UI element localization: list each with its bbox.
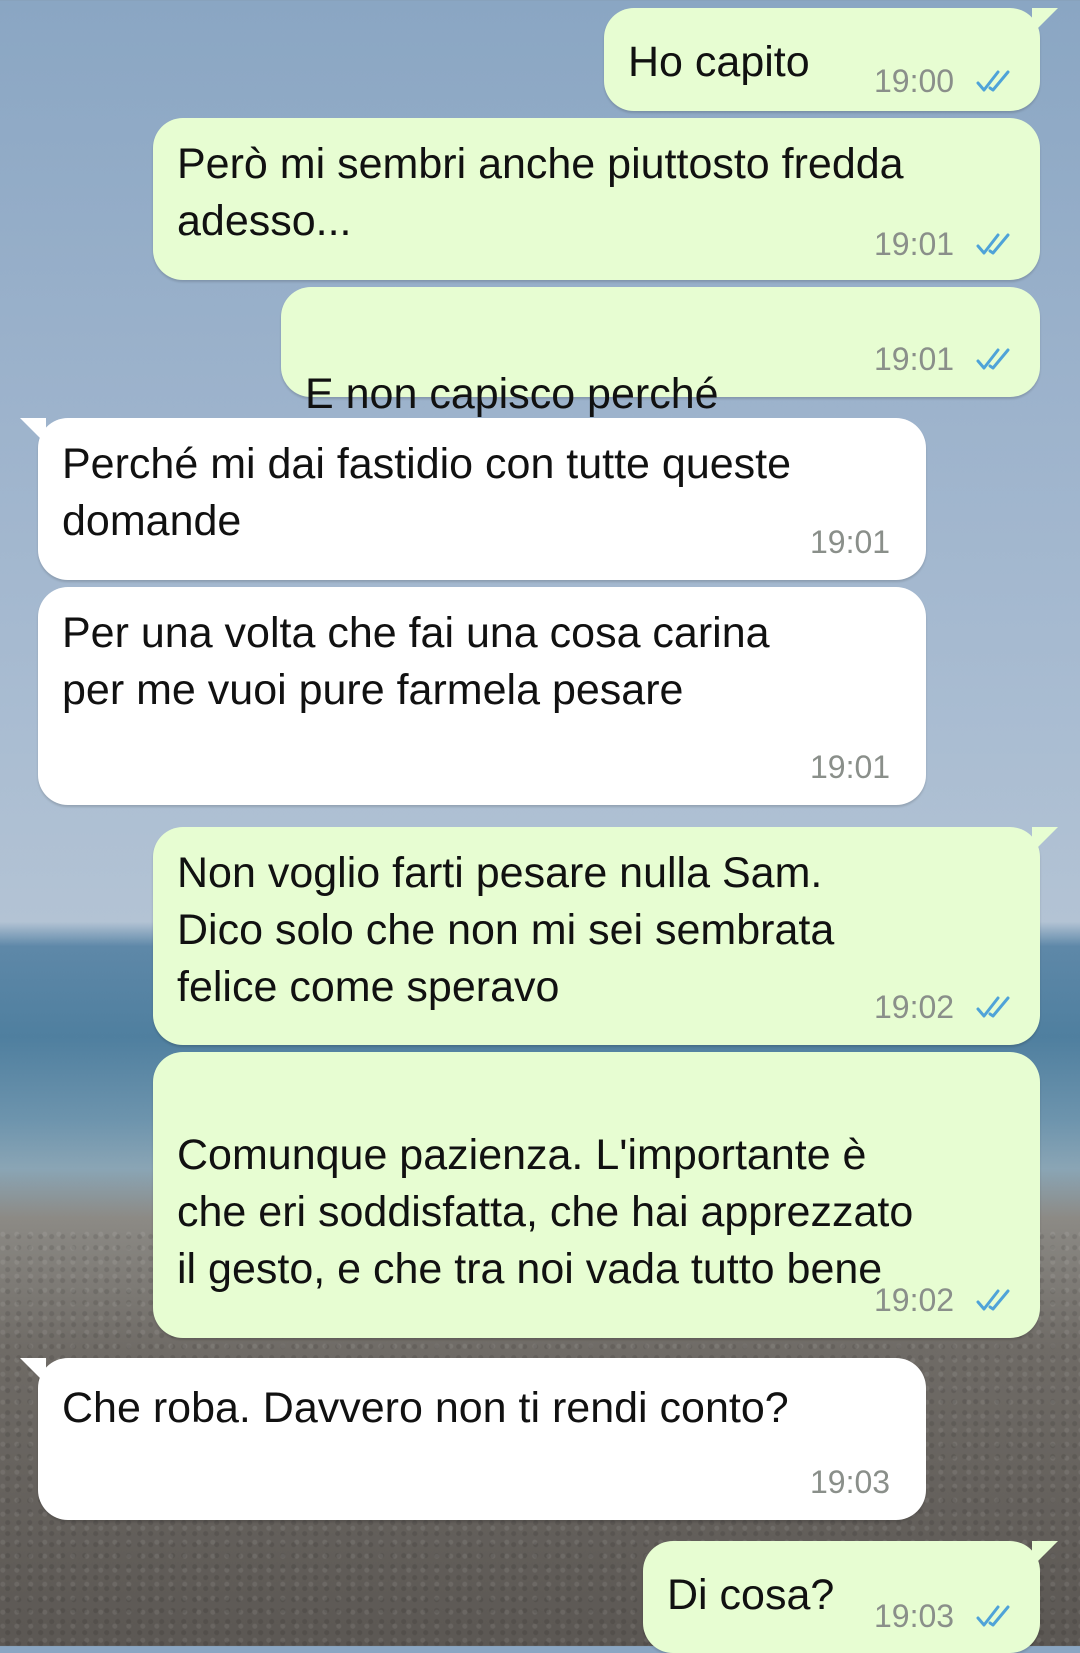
read-double-check-icon: [976, 996, 1010, 1018]
message-bubble-outgoing[interactable]: E non capisco perché 19:01: [281, 287, 1040, 479]
read-double-check-icon: [976, 1289, 1010, 1311]
message-time: 19:03: [810, 1464, 891, 1500]
read-double-check-icon: [976, 233, 1010, 255]
message-time: 19:02: [874, 1282, 955, 1318]
read-double-check-icon: [976, 70, 1010, 92]
read-double-check-icon: [976, 1605, 1010, 1627]
message-time: 19:01: [810, 524, 891, 560]
message-bubble-incoming[interactable]: Perché mi dai fastidio con tutte queste …: [20, 418, 926, 580]
message-time: 19:00: [874, 63, 955, 99]
read-double-check-icon: [976, 348, 1010, 370]
message-bubble-outgoing[interactable]: Non voglio farti pesare nulla Sam. Dico …: [153, 827, 1058, 1045]
message-text: Per una volta che fai una cosa carina pe…: [62, 609, 770, 714]
message-bubble-incoming[interactable]: Per una volta che fai una cosa carina pe…: [38, 587, 926, 805]
message-time: 19:01: [874, 226, 955, 262]
message-text: Perché mi dai fastidio con tutte queste …: [62, 440, 792, 545]
message-time: 19:01: [874, 341, 955, 377]
message-bubble-incoming[interactable]: Che roba. Davvero non ti rendi conto? 19…: [20, 1358, 926, 1520]
message-text: Di cosa?: [667, 1571, 835, 1619]
message-bubble-outgoing[interactable]: Però mi sembri anche piuttosto fredda ad…: [153, 118, 1040, 280]
message-text-content: Comunque pazienza. L'importante è che er…: [177, 1131, 914, 1293]
message-text: Che roba. Davvero non ti rendi conto?: [62, 1384, 789, 1432]
message-bubble-outgoing[interactable]: Di cosa? 19:03: [643, 1541, 1058, 1653]
message-time: 19:01: [810, 749, 891, 785]
message-text: Non voglio farti pesare nulla Sam. Dico …: [177, 849, 835, 1011]
message-time: 19:02: [874, 989, 955, 1025]
message-bubble-outgoing[interactable]: Comunque pazienza. L'importante è che er…: [153, 1052, 1040, 1472]
message-text: Però mi sembri anche piuttosto fredda ad…: [177, 140, 904, 245]
message-time: 19:03: [874, 1598, 955, 1634]
message-text-content: E non capisco perché: [305, 370, 719, 418]
message-bubble-outgoing[interactable]: Ho capito 19:00: [604, 8, 1058, 111]
message-text: Ho capito: [628, 38, 810, 86]
